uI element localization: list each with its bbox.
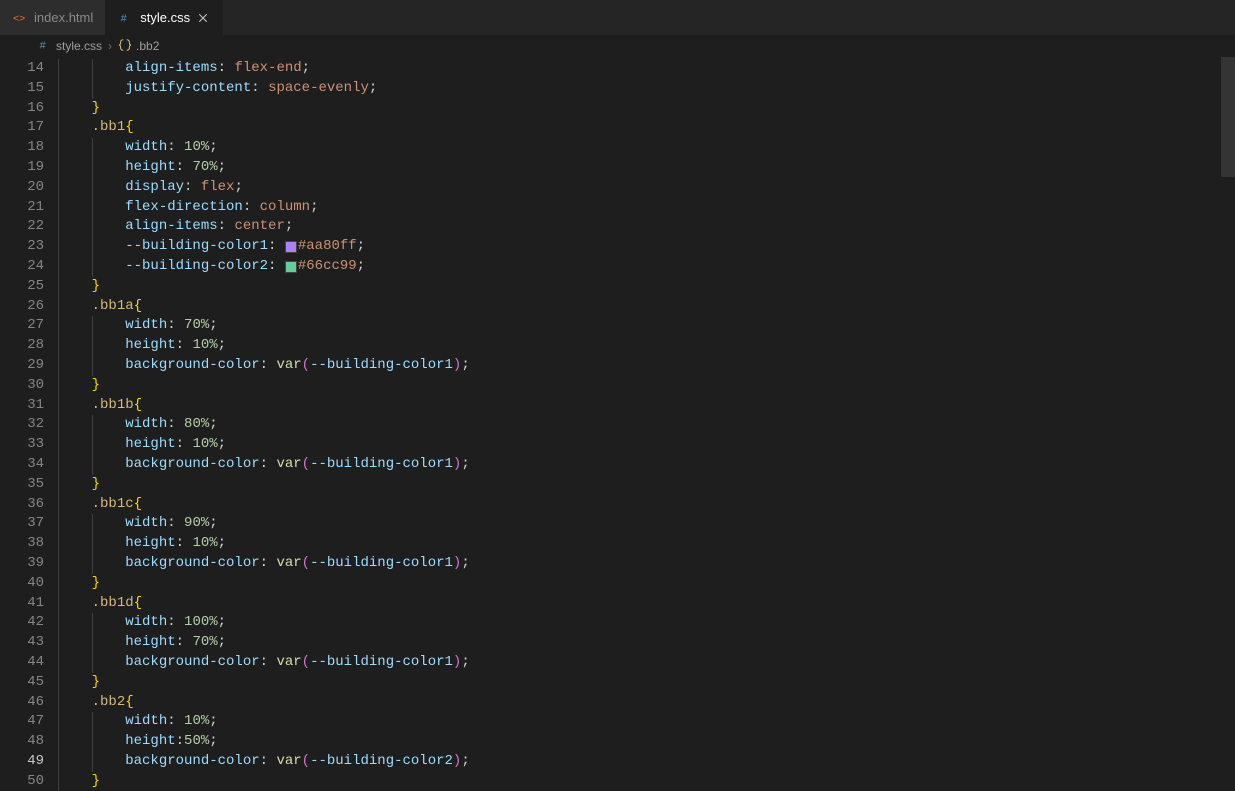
code-line[interactable]: } [58, 376, 1235, 396]
code-line[interactable]: } [58, 99, 1235, 119]
code-line[interactable]: height: 70%; [58, 158, 1235, 178]
line-number: 35 [0, 475, 44, 495]
color-swatch-icon[interactable] [285, 241, 297, 253]
tab-label: index.html [34, 10, 93, 25]
editor-tabbar: <> index.html # style.css [0, 0, 1235, 35]
line-number: 43 [0, 633, 44, 653]
breadcrumb[interactable]: # style.css › .bb2 [24, 35, 1235, 57]
line-number: 26 [0, 297, 44, 317]
line-number: 15 [0, 79, 44, 99]
code-line[interactable]: background-color: var(--building-color1)… [58, 554, 1235, 574]
line-number: 38 [0, 534, 44, 554]
line-number: 47 [0, 712, 44, 732]
code-line[interactable]: } [58, 673, 1235, 693]
line-number: 30 [0, 376, 44, 396]
code-line[interactable]: height: 70%; [58, 633, 1235, 653]
line-number: 29 [0, 356, 44, 376]
code-line[interactable]: .bb1c{ [58, 495, 1235, 515]
code-line[interactable]: background-color: var(--building-color1)… [58, 356, 1235, 376]
line-number: 25 [0, 277, 44, 297]
breadcrumb-file[interactable]: style.css [56, 39, 102, 53]
line-number: 27 [0, 316, 44, 336]
line-number: 36 [0, 495, 44, 515]
code-line[interactable]: --building-color2: #66cc99; [58, 257, 1235, 277]
code-line[interactable]: width: 10%; [58, 138, 1235, 158]
line-number: 14 [0, 59, 44, 79]
code-line[interactable]: width: 90%; [58, 514, 1235, 534]
code-line[interactable]: width: 100%; [58, 613, 1235, 633]
code-line[interactable]: .bb2{ [58, 693, 1235, 713]
code-line[interactable]: height: 10%; [58, 435, 1235, 455]
tab-label: style.css [140, 10, 190, 25]
html-file-icon: <> [12, 10, 28, 26]
code-content[interactable]: align-items: flex-end; justify-content: … [58, 59, 1235, 781]
line-number: 23 [0, 237, 44, 257]
tab-index-html[interactable]: <> index.html [0, 0, 106, 35]
line-number: 18 [0, 138, 44, 158]
code-line[interactable]: width: 10%; [58, 712, 1235, 732]
code-line[interactable]: } [58, 772, 1235, 791]
line-number: 34 [0, 455, 44, 475]
line-number: 49 [0, 752, 44, 772]
line-number: 41 [0, 594, 44, 614]
code-line[interactable]: } [58, 475, 1235, 495]
line-number: 50 [0, 772, 44, 791]
line-number: 33 [0, 435, 44, 455]
css-file-icon: # [38, 38, 52, 55]
chevron-right-icon: › [106, 39, 114, 53]
code-line[interactable]: } [58, 277, 1235, 297]
code-line[interactable]: align-items: flex-end; [58, 59, 1235, 79]
line-number: 28 [0, 336, 44, 356]
code-line[interactable]: align-items: center; [58, 217, 1235, 237]
line-number-gutter: 1415161718192021222324252627282930313233… [0, 59, 58, 781]
code-line[interactable]: .bb1d{ [58, 594, 1235, 614]
code-line[interactable]: display: flex; [58, 178, 1235, 198]
code-line[interactable]: height: 10%; [58, 534, 1235, 554]
line-number: 19 [0, 158, 44, 178]
svg-text:<>: <> [13, 12, 25, 24]
line-number: 42 [0, 613, 44, 633]
code-line[interactable]: .bb1a{ [58, 297, 1235, 317]
line-number: 31 [0, 396, 44, 416]
code-line[interactable]: flex-direction: column; [58, 198, 1235, 218]
code-line[interactable]: background-color: var(--building-color1)… [58, 653, 1235, 673]
code-line[interactable]: justify-content: space-evenly; [58, 79, 1235, 99]
line-number: 24 [0, 257, 44, 277]
line-number: 16 [0, 99, 44, 119]
code-line[interactable]: height: 10%; [58, 336, 1235, 356]
code-line[interactable]: height:50%; [58, 732, 1235, 752]
line-number: 20 [0, 178, 44, 198]
line-number: 21 [0, 198, 44, 218]
line-number: 40 [0, 574, 44, 594]
css-rule-icon [118, 38, 132, 55]
svg-text:#: # [121, 12, 127, 24]
line-number: 37 [0, 514, 44, 534]
line-number: 39 [0, 554, 44, 574]
breadcrumb-symbol[interactable]: .bb2 [136, 39, 159, 53]
code-line[interactable]: --building-color1: #aa80ff; [58, 237, 1235, 257]
code-line[interactable]: .bb1b{ [58, 396, 1235, 416]
css-file-icon: # [118, 10, 134, 26]
code-line[interactable]: .bb1{ [58, 118, 1235, 138]
color-swatch-icon[interactable] [285, 261, 297, 273]
line-number: 48 [0, 732, 44, 752]
code-line[interactable]: width: 80%; [58, 415, 1235, 435]
close-icon[interactable] [196, 11, 210, 25]
tab-style-css[interactable]: # style.css [106, 0, 223, 35]
line-number: 17 [0, 118, 44, 138]
code-editor[interactable]: 1415161718192021222324252627282930313233… [0, 57, 1235, 781]
code-line[interactable]: width: 70%; [58, 316, 1235, 336]
line-number: 45 [0, 673, 44, 693]
svg-text:#: # [40, 39, 46, 51]
line-number: 32 [0, 415, 44, 435]
line-number: 22 [0, 217, 44, 237]
line-number: 44 [0, 653, 44, 673]
vertical-scrollbar[interactable] [1221, 57, 1235, 177]
code-line[interactable]: background-color: var(--building-color2)… [58, 752, 1235, 772]
code-line[interactable]: background-color: var(--building-color1)… [58, 455, 1235, 475]
code-line[interactable]: } [58, 574, 1235, 594]
line-number: 46 [0, 693, 44, 713]
